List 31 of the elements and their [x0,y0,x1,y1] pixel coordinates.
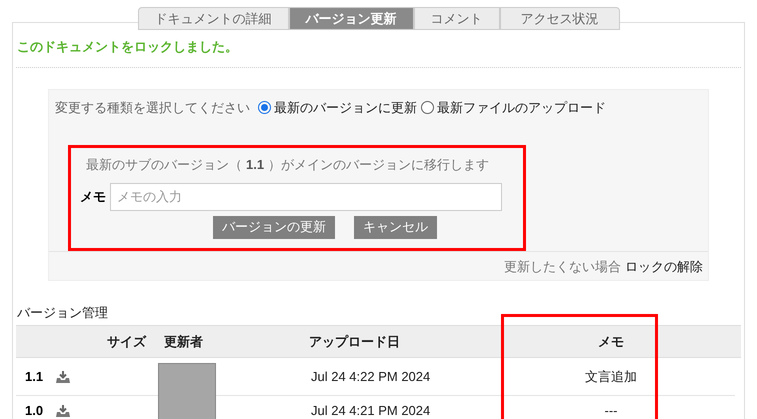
unlock-hint: 更新したくない場合 [504,258,621,276]
column-header: 更新者 [163,332,204,351]
redaction-block [158,363,216,419]
memo-text: 文言追加 [585,368,637,386]
action-button[interactable]: キャンセル [354,216,437,238]
version-number: 1.1 [25,368,44,386]
column-header: サイズ [107,332,148,351]
memo-field[interactable]: メモの入力 [110,182,502,210]
tab[interactable]: ドキュメントの詳細 [138,7,288,30]
version-number: 1.0 [25,402,44,419]
radio-button[interactable] [258,100,271,114]
tab[interactable]: アクセス状況 [500,7,620,30]
upload-date: Jul 24 4:21 PM 2024 [310,402,432,419]
tab[interactable]: コメント [414,7,500,30]
upload-date: Jul 24 4:22 PM 2024 [310,368,432,386]
radio-button[interactable] [421,100,434,114]
radio-label: 最新のバージョンに更新 [274,98,417,116]
change-type-prompt: 変更する種類を選択してください [55,98,250,116]
download-tray-icon[interactable] [55,404,72,418]
radio-label: 最新ファイルのアップロード [437,98,606,116]
memo-label: メモ [80,188,106,206]
lock-message: このドキュメントをロックしました。 [16,38,239,56]
column-header: メモ [598,332,624,351]
action-button[interactable]: バージョンの更新 [213,216,335,238]
memo-text: --- [604,402,618,419]
column-header: アップロード日 [308,332,401,351]
versions-title: バージョン管理 [16,304,109,322]
download-tray-icon[interactable] [55,370,72,384]
tab[interactable]: バージョン更新 [288,7,414,30]
unlock-link[interactable]: ロックの解除 [625,256,703,276]
migration-notice: 最新のサブのバージョン（ 1.1 ）がメインのバージョンに移行します [86,156,490,174]
